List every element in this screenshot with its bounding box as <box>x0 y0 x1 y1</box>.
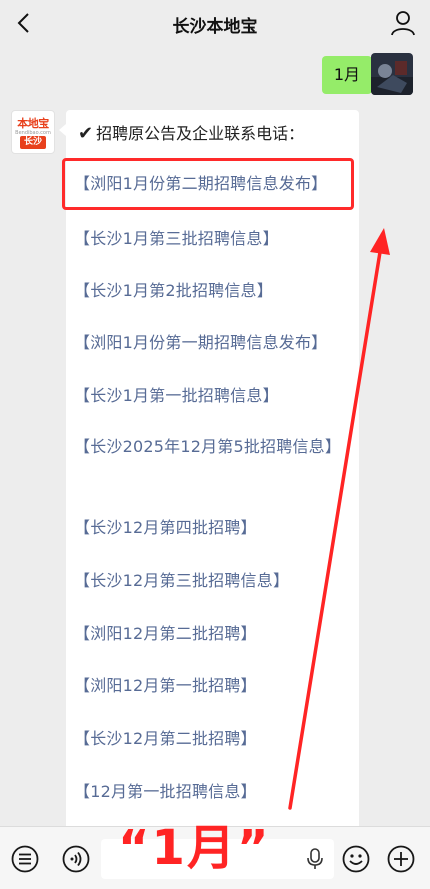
job-link[interactable]: 【浏阳12月第二批招聘】 <box>74 620 354 647</box>
emoji-icon[interactable] <box>341 844 371 874</box>
menu-icon[interactable] <box>10 844 40 874</box>
job-link[interactable]: 【长沙1月第2批招聘信息】 <box>74 277 354 304</box>
account-avatar[interactable]: 本地宝 Bendibao.com 长沙 <box>11 110 55 154</box>
top-bar: 长沙本地宝 <box>0 0 430 46</box>
my-avatar[interactable] <box>371 53 413 95</box>
outgoing-message[interactable]: 1月 <box>321 56 380 94</box>
job-link[interactable]: 【长沙1月第一批招聘信息】 <box>74 382 354 409</box>
job-link[interactable]: 【长沙12月第二批招聘】 <box>74 725 354 752</box>
highlight-box <box>62 158 354 210</box>
incoming-message: ✔ 招聘原公告及企业联系电话： 【浏阳1月份第二期招聘信息发布】 【长沙1月第三批… <box>59 110 359 850</box>
profile-icon[interactable] <box>388 8 418 38</box>
voice-icon[interactable] <box>61 844 91 874</box>
message-heading-text: 招聘原公告及企业联系电话： <box>96 124 305 143</box>
account-avatar-brand: 本地宝 <box>17 117 49 130</box>
mic-icon[interactable] <box>306 848 324 870</box>
job-link[interactable]: 【长沙1月第三批招聘信息】 <box>74 225 354 252</box>
job-link[interactable]: 【12月第一批招聘信息】 <box>74 778 354 805</box>
account-avatar-city: 长沙 <box>20 136 46 149</box>
message-heading: ✔ 招聘原公告及企业联系电话： <box>78 120 304 144</box>
job-link[interactable]: 【长沙12月第四批招聘】 <box>74 514 354 541</box>
annotation-text: “1月” <box>118 820 271 876</box>
job-link[interactable]: 【长沙2025年12月第5批招聘信息】 <box>74 433 354 460</box>
plus-icon[interactable] <box>386 844 416 874</box>
job-link[interactable]: 【长沙12月第三批招聘信息】 <box>74 567 354 594</box>
job-link[interactable]: 【浏阳1月份第一期招聘信息发布】 <box>74 329 354 356</box>
check-icon: ✔ <box>78 123 94 144</box>
job-link[interactable]: 【浏阳12月第一批招聘】 <box>74 672 354 699</box>
page-title: 长沙本地宝 <box>172 17 258 37</box>
